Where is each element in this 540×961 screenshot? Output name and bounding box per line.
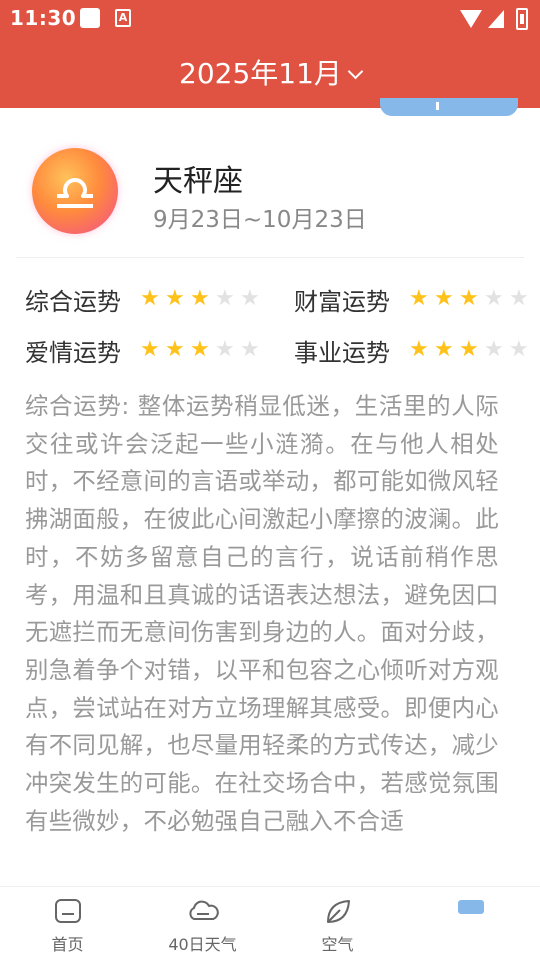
- divider: [16, 257, 524, 258]
- rating-label: 综合运势: [25, 288, 121, 316]
- chevron-down-icon: [347, 63, 364, 80]
- star-filled-icon: ★: [459, 286, 479, 311]
- nav-item-horoscope[interactable]: [405, 887, 540, 961]
- star-filled-icon: ★: [190, 337, 210, 362]
- rating-overall: 综合运势 ★ ★ ★ ★ ★: [25, 282, 285, 317]
- star-filled-icon: ★: [434, 286, 454, 311]
- star-filled-icon: ★: [165, 286, 185, 311]
- home-icon: [54, 899, 81, 923]
- star-empty-icon: ★: [484, 286, 504, 311]
- star-filled-icon: ★: [140, 337, 160, 362]
- month-title: 2025年11月: [179, 57, 342, 90]
- libra-symbol-icon: [32, 148, 118, 234]
- switch-sign-button[interactable]: [380, 98, 518, 116]
- nav-item-home[interactable]: 首页: [0, 887, 135, 961]
- horoscope-tab-icon: [458, 900, 484, 914]
- rating-label: 财富运势: [294, 288, 390, 316]
- month-selector[interactable]: 2025年11月: [0, 52, 540, 92]
- nav-label: 40日天气: [168, 935, 237, 954]
- nav-item-air[interactable]: 空气: [270, 887, 405, 961]
- fortune-description: 综合运势: 整体运势稍显低迷，生活里的人际交往或许会泛起一些小涟漪。在与他人相处…: [25, 392, 499, 835]
- star-empty-icon: ★: [240, 286, 260, 311]
- star-filled-icon: ★: [165, 337, 185, 362]
- nav-item-40day-weather[interactable]: 40日天气: [135, 887, 270, 961]
- star-empty-icon: ★: [215, 286, 235, 311]
- star-filled-icon: ★: [409, 286, 429, 311]
- battery-icon: [516, 8, 528, 30]
- star-rating: ★ ★ ★ ★ ★: [140, 339, 270, 361]
- wifi-icon: [460, 10, 482, 28]
- status-icons: [450, 6, 530, 32]
- star-filled-icon: ★: [434, 337, 454, 362]
- sign-date-range: 9月23日~10月23日: [153, 207, 367, 233]
- star-empty-icon: ★: [509, 286, 529, 311]
- star-rating: ★ ★ ★ ★ ★: [409, 288, 539, 310]
- star-rating: ★ ★ ★ ★ ★: [409, 339, 539, 361]
- pill-mark: [436, 102, 439, 110]
- rating-wealth: 财富运势 ★ ★ ★ ★ ★: [294, 282, 540, 317]
- star-empty-icon: ★: [509, 337, 529, 362]
- star-empty-icon: ★: [215, 337, 235, 362]
- star-empty-icon: ★: [484, 337, 504, 362]
- status-time: 11:30: [10, 6, 77, 30]
- nav-label: 首页: [51, 935, 84, 954]
- star-filled-icon: ★: [140, 286, 160, 311]
- star-rating: ★ ★ ★ ★ ★: [140, 288, 270, 310]
- sign-name: 天秤座: [153, 164, 243, 199]
- nav-label: 空气: [321, 935, 354, 954]
- star-filled-icon: ★: [409, 337, 429, 362]
- rating-label: 爱情运势: [25, 339, 121, 367]
- bottom-nav: 首页 40日天气 空气: [0, 886, 540, 961]
- cloud-icon: [188, 900, 219, 920]
- cellular-icon: [488, 10, 504, 28]
- notification-a-icon: A: [115, 9, 131, 27]
- star-empty-icon: ★: [240, 337, 260, 362]
- star-filled-icon: ★: [190, 286, 210, 311]
- rating-love: 爱情运势 ★ ★ ★ ★ ★: [25, 333, 285, 368]
- app-header: 11:30 A 2025年11月: [0, 0, 540, 108]
- star-filled-icon: ★: [459, 337, 479, 362]
- rating-label: 事业运势: [294, 339, 390, 367]
- status-bar: 11:30 A: [0, 0, 540, 38]
- rating-career: 事业运势 ★ ★ ★ ★ ★: [294, 333, 540, 368]
- notification-square-icon: [80, 8, 100, 28]
- leaf-icon: [326, 900, 350, 923]
